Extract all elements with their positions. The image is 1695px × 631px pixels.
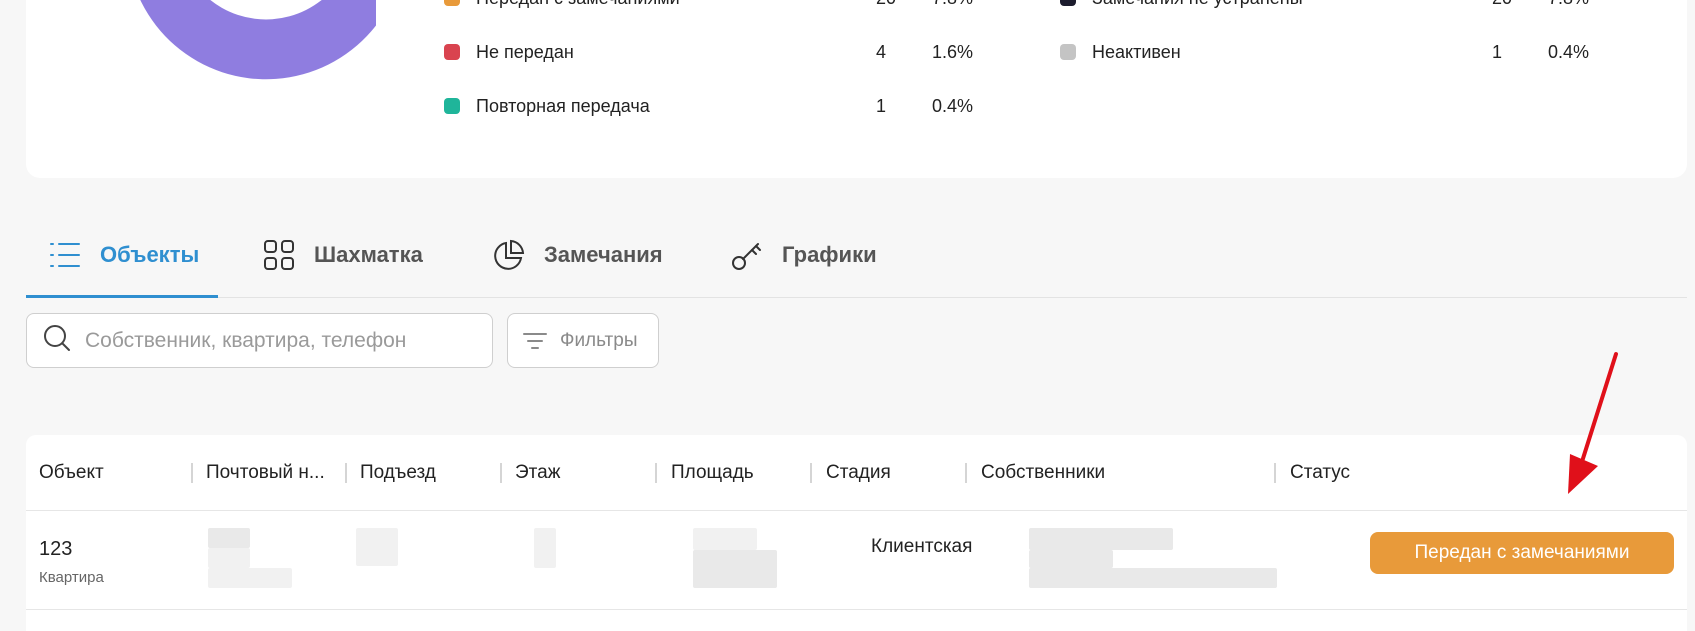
legend-percent: 7.8%: [932, 0, 992, 9]
legend-count: 4: [876, 41, 887, 62]
annotation-arrow-icon: [1568, 352, 1618, 494]
tab-charts[interactable]: Графики: [730, 212, 877, 298]
tab-label: Шахматка: [314, 242, 423, 267]
status-badge-button[interactable]: Передан с замечаниями: [1370, 532, 1674, 574]
redacted-postal-number: [208, 548, 250, 568]
donut-segment-purple: [140, 0, 376, 80]
list-icon: [48, 238, 82, 272]
column-header-object[interactable]: Объект: [39, 435, 104, 511]
object-number: 123: [39, 538, 73, 560]
objects-table: Объект Почтовый н... Подъезд Этаж Площад…: [26, 435, 1687, 631]
legend-percent: 1.6%: [932, 41, 974, 62]
column-header-entrance[interactable]: Подъезд: [360, 435, 436, 511]
grid-icon: [262, 238, 296, 272]
column-divider[interactable]: [810, 463, 812, 483]
legend-count: 1: [876, 95, 887, 116]
column-header-stage[interactable]: Стадия: [826, 435, 891, 511]
legend-percent: 7.8%: [1548, 0, 1608, 9]
search-input[interactable]: [85, 328, 485, 353]
key-icon: [730, 238, 764, 272]
view-tabs: Объекты Шахматка Замечания Графики: [26, 212, 1687, 298]
redacted-area: [693, 550, 777, 588]
pie-chart-icon: [492, 238, 526, 272]
legend-percent: 0.4%: [1548, 41, 1590, 62]
legend-label: Повторная передача: [476, 95, 650, 116]
search-box: [26, 313, 493, 368]
redacted-area: [693, 528, 757, 550]
redacted-owner-phone: [1029, 568, 1277, 588]
column-header-postal[interactable]: Почтовый н...: [206, 435, 325, 511]
legend-label: Замечания не устранены: [1092, 0, 1492, 9]
redacted-owner-name: [1029, 528, 1173, 550]
legend-row: Не передан 4 1.6%: [444, 40, 992, 64]
tab-label: Замечания: [544, 242, 663, 267]
filter-icon: [522, 328, 548, 354]
legend-label: Не передан: [476, 41, 574, 62]
search-icon: [43, 324, 71, 357]
legend-swatch: [1060, 0, 1076, 6]
tab-objects[interactable]: Объекты: [48, 212, 199, 298]
legend-swatch: [444, 0, 460, 6]
page: Передан с замечаниями 20 7.8% Не передан…: [0, 0, 1695, 631]
column-header-floor[interactable]: Этаж: [515, 435, 560, 511]
legend-row: Передан с замечаниями 20 7.8%: [444, 0, 992, 10]
column-divider[interactable]: [500, 463, 502, 483]
legend-label: Передан с замечаниями: [476, 0, 876, 9]
column-divider[interactable]: [345, 463, 347, 483]
tab-label: Объекты: [100, 242, 200, 267]
status-donut-chart: [140, 0, 376, 80]
column-header-status[interactable]: Статус: [1290, 435, 1350, 511]
object-type: Квартира: [39, 569, 104, 586]
legend-swatch: [444, 44, 460, 60]
column-header-area[interactable]: Площадь: [671, 435, 754, 511]
redacted-owner-name: [1029, 550, 1113, 568]
column-divider[interactable]: [1274, 463, 1276, 483]
legend-swatch: [444, 98, 460, 114]
legend-swatch: [1060, 44, 1076, 60]
legend-row: Повторная передача 1 0.4%: [444, 94, 992, 118]
legend-count: 20: [1492, 0, 1548, 9]
redacted-postal-number: [208, 528, 250, 548]
table-row[interactable]: 123 Квартира Клиентская Передан с замеча…: [26, 512, 1687, 610]
legend-count: 20: [876, 0, 932, 9]
column-divider[interactable]: [655, 463, 657, 483]
column-divider[interactable]: [191, 463, 193, 483]
redacted-floor: [534, 528, 556, 568]
tab-label: Графики: [782, 242, 877, 267]
stats-card: Передан с замечаниями 20 7.8% Не передан…: [26, 0, 1687, 178]
filters-button[interactable]: Фильтры: [507, 313, 659, 368]
legend-count: 1: [1492, 41, 1503, 62]
legend-row: Неактивен 1 0.4%: [1060, 40, 1608, 64]
active-tab-indicator: [26, 295, 218, 298]
stage-value: Клиентская: [871, 536, 973, 557]
tab-remarks[interactable]: Замечания: [492, 212, 663, 298]
legend-row: Замечания не устранены 20 7.8%: [1060, 0, 1608, 10]
redacted-postal-number: [208, 568, 292, 588]
column-divider[interactable]: [965, 463, 967, 483]
redacted-entrance: [356, 528, 398, 566]
tab-chessboard[interactable]: Шахматка: [262, 212, 423, 298]
legend-label: Неактивен: [1092, 41, 1181, 62]
legend-percent: 0.4%: [932, 95, 974, 116]
filters-label: Фильтры: [560, 329, 638, 351]
table-header: Объект Почтовый н... Подъезд Этаж Площад…: [26, 435, 1687, 511]
column-header-owners[interactable]: Собственники: [981, 435, 1105, 511]
